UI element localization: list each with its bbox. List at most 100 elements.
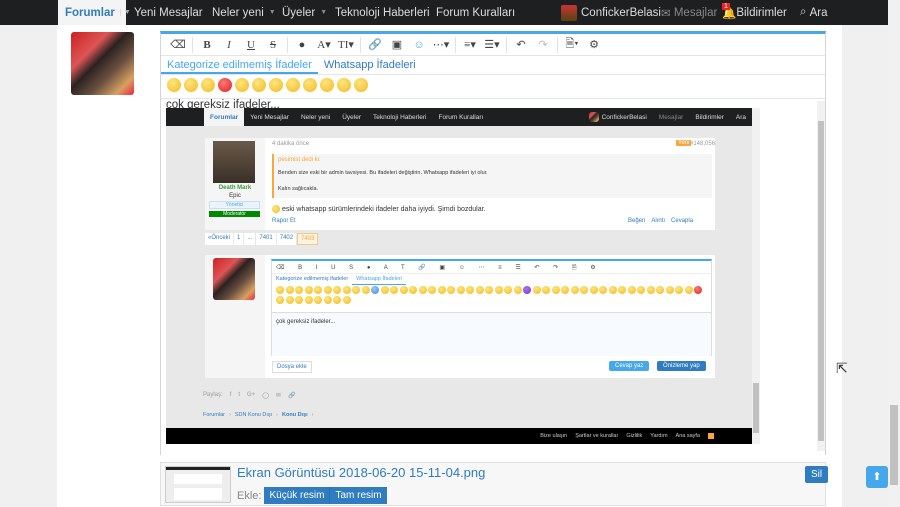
shot-reply-link: Cevapla: [671, 218, 694, 224]
shot-smilie-icon: [627, 286, 636, 294]
smilie-icon[interactable]: [320, 78, 334, 92]
smilie-icon[interactable]: [269, 78, 283, 92]
shot-smilie-icon: [589, 286, 598, 294]
shot-page-link: 7401: [256, 233, 276, 245]
nav-messages[interactable]: ✉ Mesajlar: [661, 0, 717, 25]
eraser-icon[interactable]: ⌫: [167, 38, 189, 51]
redo-icon[interactable]: ↷: [532, 38, 554, 51]
nav-forumlar[interactable]: Forumlar ▼: [58, 0, 131, 25]
chevron-down-icon[interactable]: ▼: [119, 9, 131, 16]
shot-smilie-icon: [599, 286, 607, 294]
shot-tab: Whatsapp İfadeleri: [352, 274, 407, 285]
shot-nav-user: ConfickerBelasi: [583, 108, 653, 126]
user-avatar[interactable]: [71, 32, 134, 95]
shot-smilie-icon: [494, 286, 503, 294]
smiley-icon[interactable]: ☺: [408, 39, 430, 51]
shot-quote-text: Kalın sağlıcakla.: [278, 186, 319, 192]
notifications-label: Bildirimler: [736, 6, 787, 19]
shot-page-link: «Önceki: [205, 233, 234, 245]
smilie-icon[interactable]: [218, 78, 232, 92]
shot-username: ConfickerBelasi: [601, 113, 647, 121]
shot-smilie-icon: [694, 286, 702, 294]
smilie-icon[interactable]: [337, 78, 351, 92]
shot-smilie-icon: [466, 286, 474, 294]
shot-smilie-icon: [646, 286, 655, 294]
tab-whatsapp[interactable]: Whatsapp İfadeleri: [318, 56, 422, 74]
smilie-icon[interactable]: [184, 78, 198, 92]
smilie-icon[interactable]: [286, 78, 300, 92]
shot-avatar-small: [588, 112, 599, 122]
settings-gear-icon[interactable]: ⚙: [583, 38, 605, 51]
smilie-icon[interactable]: [354, 78, 368, 92]
shot-smilie-icon: [656, 286, 664, 294]
nav-neler-yeni[interactable]: Neler yeni ▼: [212, 0, 276, 25]
insert-group: Ekle: Küçük resim Tam resim: [237, 487, 387, 504]
shot-share: Paylaş: f t G+ ◯ ✉ 🔗: [203, 392, 295, 399]
nav-forum-kurallari[interactable]: Forum Kuralları: [436, 0, 515, 25]
undo-icon[interactable]: ↶: [510, 38, 532, 51]
shot-message-text: eski whatsapp sürümlerindeki ifadeler da…: [282, 205, 486, 213]
shot-attach-button: Dosya ekle: [272, 361, 312, 373]
save-draft-icon[interactable]: 🗎▾: [561, 35, 583, 54]
link-icon[interactable]: 🔗: [364, 38, 386, 51]
chevron-down-icon: ▼: [268, 9, 276, 16]
nav-notifications[interactable]: 🔔 1 Bildirimler: [722, 0, 787, 25]
smilie-icon[interactable]: [303, 78, 317, 92]
shot-smilie-icon: [523, 286, 531, 294]
shot-smilie-icon: [665, 286, 674, 294]
insert-full-image-button[interactable]: Tam resim: [329, 487, 387, 504]
tab-kategorize[interactable]: Kategorize edilmemiş İfadeler: [161, 56, 318, 74]
shot-post-time: 4 dakika önce: [272, 141, 310, 147]
smilie-icon[interactable]: [201, 78, 215, 92]
link-icon: 🔗: [287, 393, 296, 399]
smilie-icon[interactable]: [252, 78, 266, 92]
scroll-to-top-button[interactable]: ⬆: [866, 466, 888, 488]
shot-smilie-icon: [637, 286, 645, 294]
shot-smilie-icon: [380, 286, 389, 294]
shot-role-badge: Yönetici: [209, 201, 260, 209]
nav-search[interactable]: ⌕ Ara: [800, 0, 828, 25]
strikethrough-icon[interactable]: S: [262, 39, 284, 51]
shot-author-title: Epic: [229, 193, 241, 199]
delete-attachment-button[interactable]: Sil: [805, 466, 829, 483]
nav-yeni-mesajlar[interactable]: Yeni Mesajlar: [134, 0, 203, 25]
nav-uyeler[interactable]: Üyeler ▼: [282, 0, 327, 25]
shot-crumb: Forumlar: [203, 412, 226, 418]
color-drop-icon[interactable]: ●: [291, 39, 313, 51]
top-nav: Forumlar ▼ Yeni Mesajlar Neler yeni ▼ Üyel…: [0, 0, 888, 25]
attachment-filename[interactable]: Ekran Görüntüsü 2018-06-20 15-11-04.png: [237, 465, 485, 480]
shot-nav-item: Forumlar: [204, 108, 245, 126]
messages-label: Mesajlar: [673, 6, 718, 19]
attachment-thumbnail[interactable]: [165, 466, 231, 503]
shot-smilie-icon: [276, 295, 284, 304]
font-size-icon[interactable]: TI▾: [335, 38, 357, 51]
shot-smilie-icon: [390, 286, 398, 294]
more-icon[interactable]: ⋯▾: [430, 38, 452, 51]
shot-smilie-icon: [409, 286, 417, 294]
shot-smilie-icon: [285, 295, 294, 304]
chevron-down-icon: ▼: [320, 9, 328, 16]
textarea-scrollbar[interactable]: [817, 101, 825, 451]
shot-smilie-icon: [437, 286, 446, 294]
shot-page-link: ...: [244, 233, 256, 245]
shot-editor: ⌫ B I U S ● A T 🔗 ▣ ☺ ⋯ ≡ ☰ ↶ ↷ 🗎 ⚙ Kate…: [271, 259, 712, 356]
shot-smilie-icon: [570, 286, 579, 294]
bold-icon[interactable]: B: [196, 39, 218, 51]
list-icon[interactable]: ☰▾: [481, 38, 503, 51]
nav-user[interactable]: ConfickerBelasi: [561, 0, 661, 25]
shot-smilie-icon: [352, 286, 360, 294]
page-scrollbar[interactable]: [888, 0, 900, 507]
emoji-icon: [272, 205, 280, 213]
shot-smilie-icon: [361, 286, 370, 294]
nav-teknoloji-haberleri[interactable]: Teknoloji Haberleri: [335, 0, 430, 25]
smilie-icon[interactable]: [235, 78, 249, 92]
font-family-icon[interactable]: A▾: [313, 38, 335, 51]
image-icon[interactable]: ▣: [386, 38, 408, 51]
smilie-icon[interactable]: [167, 78, 181, 92]
italic-icon[interactable]: I: [218, 39, 240, 51]
arrow-up-icon: ⬆: [872, 471, 882, 483]
insert-thumbnail-button[interactable]: Küçük resim: [264, 487, 330, 504]
underline-icon[interactable]: U: [240, 39, 262, 51]
shot-smilie-icon: [399, 286, 408, 294]
align-icon[interactable]: ≡▾: [459, 38, 481, 51]
